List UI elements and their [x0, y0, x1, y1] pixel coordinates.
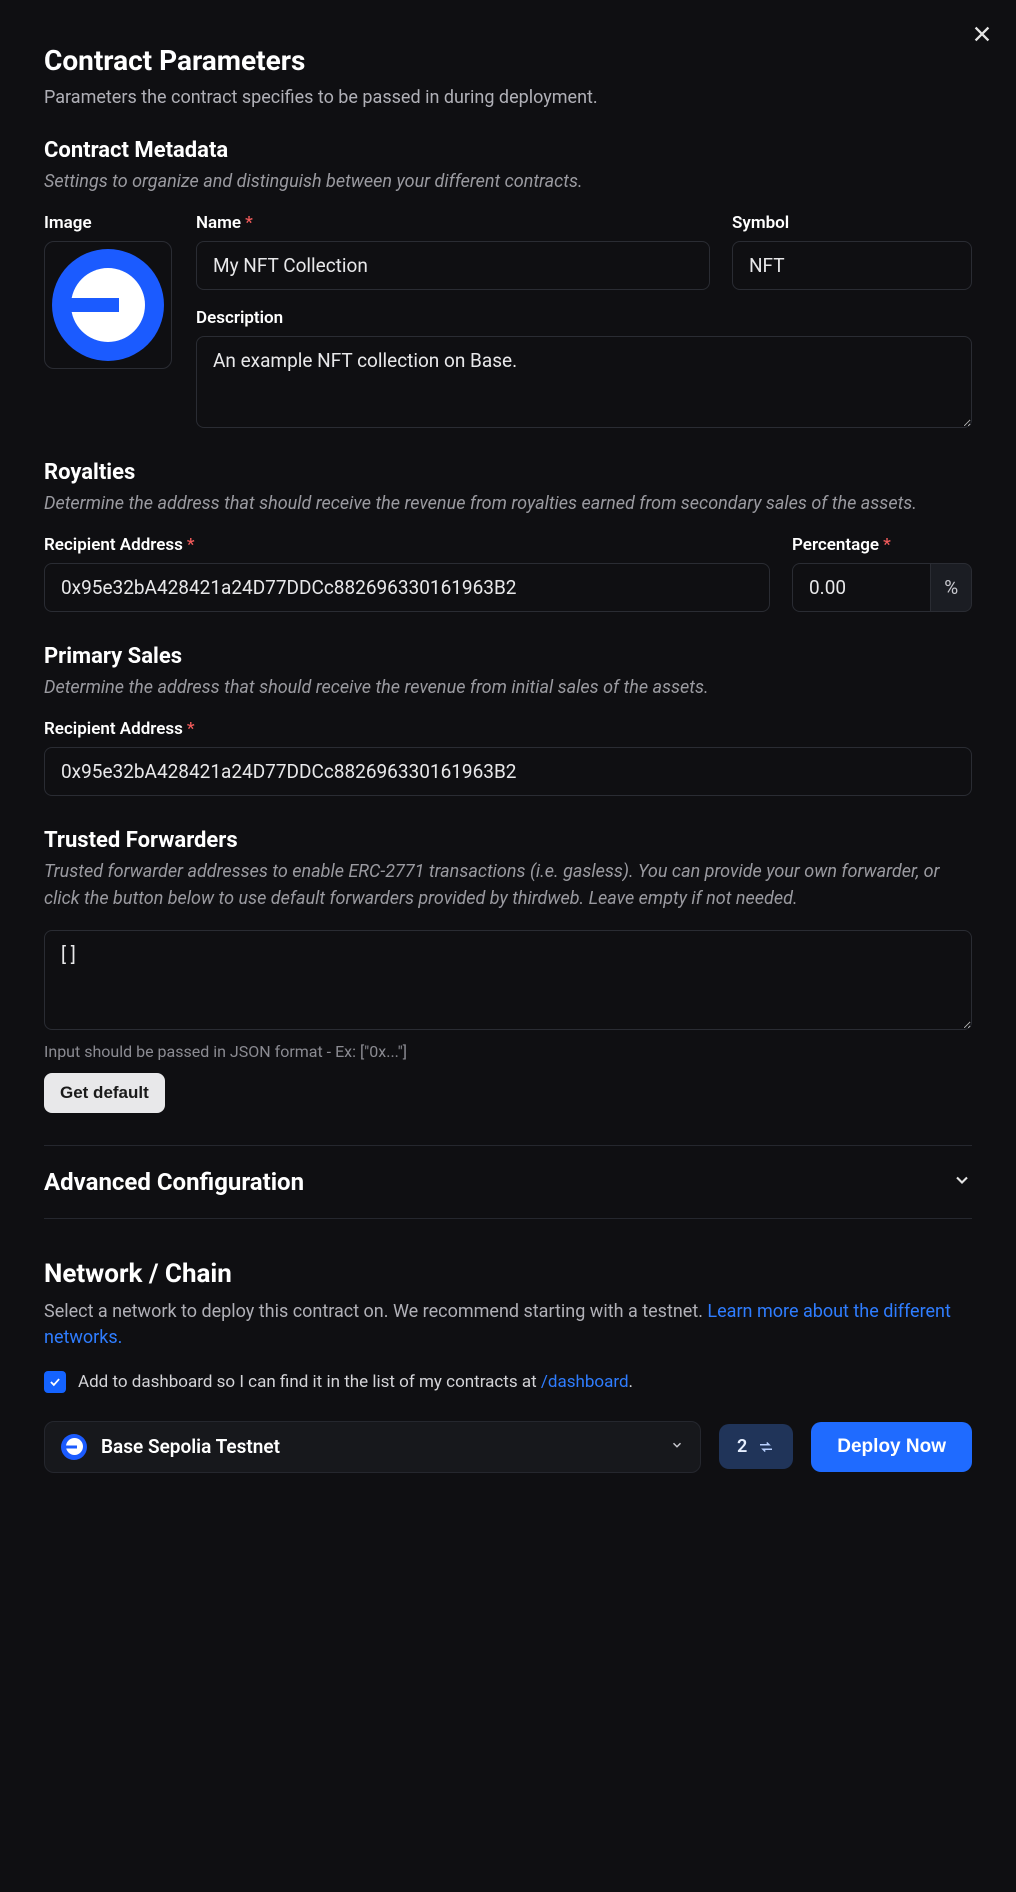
- get-default-button[interactable]: Get default: [44, 1073, 165, 1113]
- metadata-title: Contract Metadata: [44, 138, 972, 163]
- page-subtitle: Parameters the contract specifies to be …: [44, 85, 972, 110]
- royalty-recipient-input[interactable]: [44, 563, 770, 612]
- close-button[interactable]: [968, 20, 996, 48]
- forwarders-helper: Input should be passed in JSON format - …: [44, 1042, 972, 1061]
- add-dashboard-row[interactable]: Add to dashboard so I can find it in the…: [44, 1371, 972, 1393]
- description-input[interactable]: An example NFT collection on Base.: [196, 336, 972, 428]
- deploy-now-button[interactable]: Deploy Now: [811, 1422, 972, 1472]
- primary-sales-section: Primary Sales Determine the address that…: [44, 644, 972, 796]
- forwarders-title: Trusted Forwarders: [44, 828, 972, 853]
- metadata-subtitle: Settings to organize and distinguish bet…: [44, 169, 972, 195]
- percent-suffix: %: [931, 563, 972, 612]
- network-subtitle: Select a network to deploy this contract…: [44, 1299, 972, 1351]
- symbol-label: Symbol: [732, 213, 972, 233]
- network-selected-label: Base Sepolia Testnet: [101, 1435, 656, 1458]
- royalties-title: Royalties: [44, 460, 972, 485]
- forwarders-subtitle: Trusted forwarder addresses to enable ER…: [44, 859, 972, 911]
- page-title: Contract Parameters: [44, 44, 972, 77]
- name-label: Name*: [196, 213, 710, 233]
- forwarders-input[interactable]: [ ]: [44, 930, 972, 1030]
- royalty-recipient-label: Recipient Address*: [44, 535, 770, 555]
- primary-subtitle: Determine the address that should receiv…: [44, 675, 972, 701]
- advanced-config-title: Advanced Configuration: [44, 1168, 304, 1196]
- image-label: Image: [44, 213, 174, 233]
- description-label: Description: [196, 308, 972, 328]
- royalties-section: Royalties Determine the address that sho…: [44, 460, 972, 612]
- swap-icon: [757, 1438, 775, 1456]
- network-title: Network / Chain: [44, 1259, 972, 1289]
- forwarders-section: Trusted Forwarders Trusted forwarder add…: [44, 828, 972, 1112]
- close-icon: [971, 23, 993, 45]
- base-logo-icon: [52, 249, 164, 361]
- network-select[interactable]: Base Sepolia Testnet: [44, 1421, 701, 1473]
- chevron-down-icon: [670, 1437, 684, 1456]
- base-network-icon: [61, 1434, 87, 1460]
- metadata-section: Contract Metadata Settings to organize a…: [44, 138, 972, 428]
- primary-title: Primary Sales: [44, 644, 972, 669]
- add-dashboard-label: Add to dashboard so I can find it in the…: [78, 1372, 633, 1392]
- transaction-count[interactable]: 2: [719, 1424, 793, 1469]
- royalty-percentage-label: Percentage*: [792, 535, 972, 555]
- network-section: Network / Chain Select a network to depl…: [44, 1259, 972, 1473]
- check-icon: [48, 1375, 62, 1389]
- name-input[interactable]: [196, 241, 710, 290]
- primary-recipient-input[interactable]: [44, 747, 972, 796]
- tx-count-value: 2: [737, 1436, 747, 1457]
- royalty-percentage-input[interactable]: [792, 563, 931, 612]
- chevron-down-icon: [952, 1170, 972, 1194]
- dashboard-link[interactable]: /dashboard: [541, 1372, 629, 1392]
- image-upload[interactable]: [44, 241, 172, 369]
- primary-recipient-label: Recipient Address*: [44, 719, 972, 739]
- deploy-modal: Contract Parameters Parameters the contr…: [0, 0, 1016, 1892]
- add-dashboard-checkbox[interactable]: [44, 1371, 66, 1393]
- royalties-subtitle: Determine the address that should receiv…: [44, 491, 972, 517]
- symbol-input[interactable]: [732, 241, 972, 290]
- advanced-config-toggle[interactable]: Advanced Configuration: [44, 1145, 972, 1219]
